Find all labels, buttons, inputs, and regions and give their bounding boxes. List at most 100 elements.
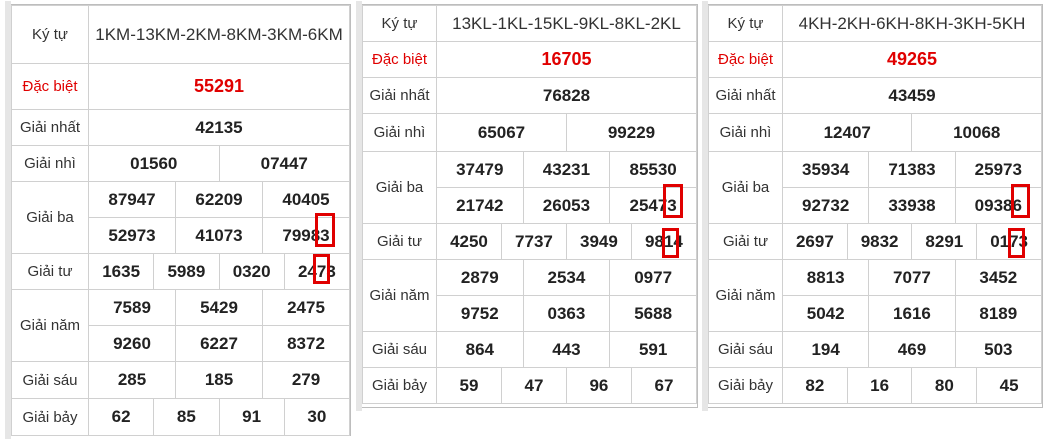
label-giai-tu: Giải tư [708, 223, 783, 260]
giai-ba-value: 25973 [954, 151, 1043, 188]
last-digit-highlight [663, 184, 683, 218]
giai-nam-value: 8372 [262, 325, 350, 362]
result-table-3-grid: Ký tự 4KH-2KH-6KH-8KH-3KH-5KH Đặc biệt 4… [708, 5, 1043, 404]
result-table-2: Ký tự 13KL-1KL-15KL-9KL-8KL-2KL Đặc biệt… [356, 1, 698, 411]
label-giai-nam: Giải năm [362, 259, 437, 332]
label-giai-ba: Giải ba [362, 151, 437, 224]
giai-ba-value: 85530 [609, 151, 697, 188]
label-ky-tu: Ký tự [362, 5, 437, 42]
giai-ba-value: 79983 [262, 217, 350, 254]
giai-bay-value: 59 [436, 367, 502, 404]
label-ky-tu: Ký tự [708, 5, 783, 42]
label-giai-bay: Giải bảy [708, 367, 783, 404]
last-digit-highlight [315, 213, 335, 247]
label-giai-bay: Giải bảy [11, 398, 89, 436]
giai-tu-value: 8291 [911, 223, 978, 260]
ky-tu-value: 13KL-1KL-15KL-9KL-8KL-2KL [436, 5, 697, 42]
label-giai-nam: Giải năm [11, 289, 89, 362]
giai-tu-value: 5989 [153, 253, 220, 290]
giai-nam-value: 5429 [175, 289, 263, 326]
giai-ba-value: 37479 [436, 151, 524, 188]
giai-nhi-value: 12407 [781, 113, 913, 152]
giai-nam-value: 7077 [868, 259, 956, 296]
giai-sau-value: 185 [175, 361, 263, 399]
giai-ba-value: 92732 [781, 187, 870, 224]
giai-ba-value: 26053 [522, 187, 611, 224]
label-ky-tu: Ký tự [11, 5, 89, 64]
label-giai-nhi: Giải nhì [362, 113, 437, 152]
label-giai-tu: Giải tư [11, 253, 89, 290]
giai-sau-value: 194 [781, 331, 870, 368]
last-digit-highlight [662, 228, 679, 258]
giai-ba-value: 40405 [262, 181, 350, 218]
giai-tu-value: 2697 [782, 223, 848, 260]
giai-nam-value: 5042 [781, 295, 870, 332]
giai-nam-value: 2534 [522, 259, 611, 296]
giai-ba-value: 33938 [868, 187, 956, 224]
giai-ba-value: 43231 [522, 151, 611, 188]
giai-nhi-value: 10068 [911, 113, 1042, 152]
giai-nhi-value: 07447 [218, 145, 350, 182]
giai-nam-value: 9752 [436, 295, 524, 332]
giai-sau-value: 864 [436, 331, 524, 368]
result-table-1-grid: Ký tự 1KM-13KM-2KM-8KM-3KM-6KM Đặc biệt … [11, 5, 351, 436]
giai-ba-value: 52973 [88, 217, 176, 254]
dac-biet-value: 49265 [782, 41, 1042, 78]
ky-tu-value: 4KH-2KH-6KH-8KH-3KH-5KH [782, 5, 1042, 42]
giai-nam-value: 8189 [954, 295, 1043, 332]
giai-bay-value: 85 [153, 398, 220, 436]
label-giai-sau: Giải sáu [11, 361, 89, 399]
label-dac-biet: Đặc biệt [11, 63, 89, 110]
label-giai-nhat: Giải nhất [362, 77, 437, 114]
giai-bay-value: 96 [565, 367, 632, 404]
giai-bay-value: 16 [846, 367, 913, 404]
giai-nam-value: 8813 [781, 259, 870, 296]
label-giai-nhat: Giải nhất [708, 77, 783, 114]
giai-bay-value: 82 [782, 367, 848, 404]
label-giai-sau: Giải sáu [708, 331, 783, 368]
giai-ba-value: 35934 [781, 151, 870, 188]
giai-bay-value: 67 [630, 367, 698, 404]
giai-bay-value: 91 [218, 398, 285, 436]
giai-bay-value: 30 [283, 398, 351, 436]
label-giai-bay: Giải bảy [362, 367, 437, 404]
label-giai-sau: Giải sáu [362, 331, 437, 368]
label-giai-ba: Giải ba [11, 181, 89, 254]
giai-nam-value: 3452 [954, 259, 1043, 296]
label-giai-ba: Giải ba [708, 151, 783, 224]
giai-tu-value: 3949 [565, 223, 632, 260]
last-digit-highlight [1008, 228, 1025, 258]
label-giai-nhat: Giải nhất [11, 109, 89, 146]
giai-ba-value: 62209 [175, 181, 263, 218]
dac-biet-value: 55291 [88, 63, 350, 110]
last-digit-highlight [1011, 184, 1030, 218]
giai-nam-value: 2879 [436, 259, 524, 296]
giai-sau-value: 443 [522, 331, 611, 368]
giai-sau-value: 469 [868, 331, 956, 368]
ky-tu-value: 1KM-13KM-2KM-8KM-3KM-6KM [88, 5, 350, 64]
giai-tu-value: 4250 [436, 223, 502, 260]
giai-tu-value: 0320 [218, 253, 285, 290]
giai-nam-value: 6227 [175, 325, 263, 362]
giai-sau-value: 279 [262, 361, 350, 399]
giai-nhat-value: 76828 [436, 77, 697, 114]
dac-biet-value: 16705 [436, 41, 697, 78]
result-table-1: Ký tự 1KM-13KM-2KM-8KM-3KM-6KM Đặc biệt … [5, 1, 351, 439]
giai-nhi-value: 65067 [436, 113, 567, 152]
giai-ba-value: 71383 [868, 151, 956, 188]
giai-nhat-value: 42135 [88, 109, 350, 146]
giai-tu-value: 1635 [87, 253, 155, 290]
giai-nam-value: 0977 [609, 259, 697, 296]
giai-tu-value: 7737 [500, 223, 567, 260]
result-table-2-grid: Ký tự 13KL-1KL-15KL-9KL-8KL-2KL Đặc biệt… [362, 5, 698, 404]
label-dac-biet: Đặc biệt [362, 41, 437, 78]
giai-nam-value: 0363 [522, 295, 611, 332]
giai-nam-value: 7589 [88, 289, 176, 326]
giai-nhi-value: 01560 [88, 145, 220, 182]
last-digit-highlight [313, 254, 330, 284]
label-giai-nhi: Giải nhì [708, 113, 783, 152]
result-table-3: Ký tự 4KH-2KH-6KH-8KH-3KH-5KH Đặc biệt 4… [702, 1, 1043, 411]
giai-sau-value: 591 [609, 331, 697, 368]
giai-bay-value: 45 [976, 367, 1042, 404]
label-giai-tu: Giải tư [362, 223, 437, 260]
